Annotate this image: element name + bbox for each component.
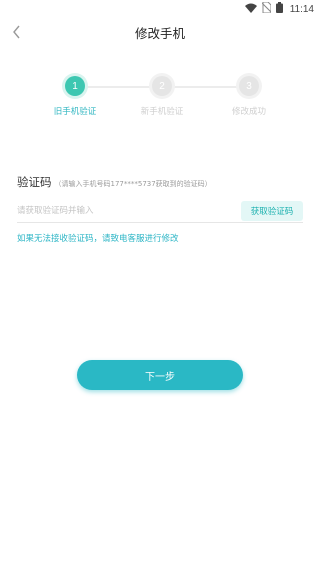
status-bar: 11:14 <box>0 0 320 18</box>
code-input-row: 获取验证码 <box>17 200 303 223</box>
verification-code-input[interactable] <box>17 202 217 220</box>
verification-header: 验证码 （请输入手机号码177****5737获取到的验证码） <box>17 174 303 190</box>
step-3-circle: 3 <box>239 76 259 96</box>
step-connector <box>85 86 152 88</box>
step-2-label: 新手机验证 <box>140 107 184 117</box>
step-indicator: 1 2 3 旧手机验证 新手机验证 修改成功 <box>0 76 320 126</box>
verification-title: 验证码 <box>17 175 52 189</box>
step-3-label: 修改成功 <box>231 107 266 117</box>
step-1-circle: 1 <box>65 76 85 96</box>
page-title: 修改手机 <box>134 25 185 41</box>
battery-icon <box>275 2 283 16</box>
no-sim-icon <box>261 1 272 16</box>
get-code-button[interactable]: 获取验证码 <box>241 201 303 221</box>
verification-hint: （请输入手机号码177****5737获取到的验证码） <box>54 180 212 188</box>
next-step-button[interactable]: 下一步 <box>77 360 243 390</box>
navigation-bar: 修改手机 <box>0 18 320 46</box>
help-text: 如果无法接收验证码，请致电客服进行修改 <box>17 234 179 244</box>
step-connector <box>172 86 239 88</box>
wifi-icon <box>244 3 257 16</box>
verification-section: 验证码 （请输入手机号码177****5737获取到的验证码） 获取验证码 如果… <box>17 174 303 244</box>
step-1-label: 旧手机验证 <box>53 107 97 117</box>
back-arrow-icon[interactable] <box>10 22 26 42</box>
status-time: 11:14 <box>289 3 314 15</box>
step-2-circle: 2 <box>152 76 172 96</box>
